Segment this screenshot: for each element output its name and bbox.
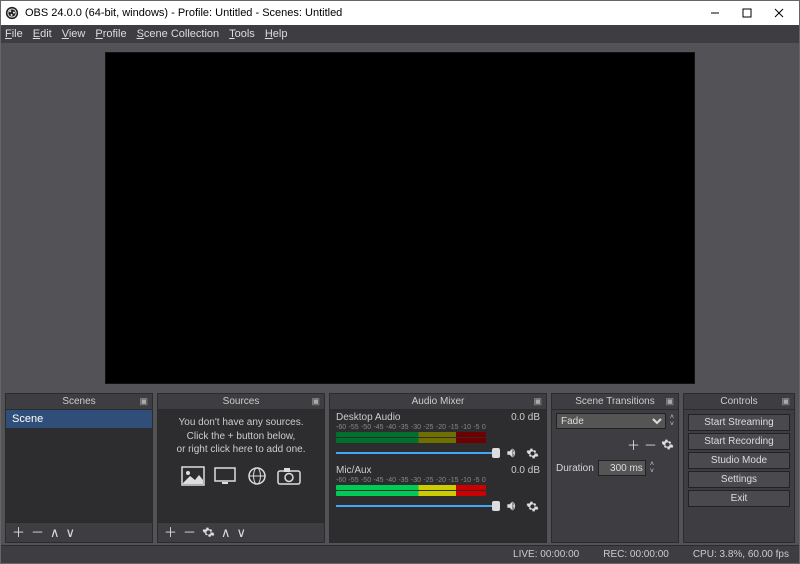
app-window: OBS 24.0.0 (64-bit, windows) - Profile: … (0, 0, 800, 564)
transition-select[interactable]: Fade (556, 413, 666, 429)
maximize-button[interactable] (731, 2, 763, 24)
volume-slider[interactable] (336, 448, 500, 458)
scenes-toolbar: ＋ － ∧ ∨ (6, 522, 152, 542)
meter-ticks: -60-55-50-45-40-35-30-25-20-15-10-50 (336, 477, 540, 484)
status-rec: REC: 00:00:00 (603, 549, 669, 560)
controls-panel: Controls ▣ Start Streaming Start Recordi… (683, 393, 795, 543)
source-properties-button[interactable] (202, 526, 215, 539)
scene-down-button[interactable]: ∨ (66, 526, 76, 539)
menu-view[interactable]: View (62, 28, 86, 40)
sources-empty-text: You don't have any sources. Click the + … (158, 410, 324, 461)
gear-icon[interactable] (524, 445, 540, 461)
obs-app-icon (5, 6, 19, 20)
exit-button[interactable]: Exit (688, 490, 790, 507)
speaker-icon[interactable] (504, 498, 520, 514)
scene-up-button[interactable]: ∧ (50, 526, 60, 539)
display-source-icon (212, 465, 238, 487)
meter-bar (336, 491, 486, 496)
menu-file[interactable]: File (5, 28, 23, 40)
mixer-track-mic: Mic/Aux 0.0 dB -60-55-50-45-40-35-30-25-… (330, 463, 546, 516)
menu-edit[interactable]: Edit (33, 28, 52, 40)
track-name: Desktop Audio (336, 412, 401, 423)
track-level: 0.0 dB (511, 465, 540, 476)
start-streaming-button[interactable]: Start Streaming (688, 414, 790, 431)
controls-body: Start Streaming Start Recording Studio M… (684, 410, 794, 542)
menu-help[interactable]: Help (265, 28, 288, 40)
status-cpu: CPU: 3.8%, 60.00 fps (693, 549, 789, 560)
transition-properties-button[interactable] (661, 438, 674, 451)
track-name: Mic/Aux (336, 465, 372, 476)
mixer-header: Audio Mixer ▣ (330, 394, 546, 410)
mixer-title: Audio Mixer (412, 396, 465, 407)
image-source-icon (180, 465, 206, 487)
remove-scene-button[interactable]: － (31, 526, 44, 539)
scenes-panel: Scenes ▣ Scene ＋ － ∧ ∨ (5, 393, 153, 543)
sources-popout-icon[interactable]: ▣ (311, 396, 320, 407)
menu-profile[interactable]: Profile (95, 28, 126, 40)
sources-title: Sources (223, 396, 260, 407)
preview-area (1, 43, 799, 389)
gear-icon[interactable] (524, 498, 540, 514)
duration-input[interactable] (598, 460, 646, 476)
scenes-header: Scenes ▣ (6, 394, 152, 410)
start-recording-button[interactable]: Start Recording (688, 433, 790, 450)
duration-label: Duration (556, 463, 594, 474)
bottom-panels: Scenes ▣ Scene ＋ － ∧ ∨ Sources ▣ You don… (1, 389, 799, 545)
scenes-title: Scenes (62, 396, 95, 407)
sources-toolbar: ＋ － ∧ ∨ (158, 522, 324, 542)
preview-canvas[interactable] (105, 52, 695, 384)
sources-list[interactable]: You don't have any sources. Click the + … (158, 410, 324, 522)
remove-transition-button[interactable]: － (644, 435, 657, 454)
statusbar: LIVE: 00:00:00 REC: 00:00:00 CPU: 3.8%, … (1, 545, 799, 563)
menu-tools[interactable]: Tools (229, 28, 255, 40)
audio-mixer-panel: Audio Mixer ▣ Desktop Audio 0.0 dB -60-5… (329, 393, 547, 543)
transitions-popout-icon[interactable]: ▣ (665, 396, 674, 407)
source-down-button[interactable]: ∨ (237, 526, 247, 539)
minimize-button[interactable] (699, 2, 731, 24)
speaker-icon[interactable] (504, 445, 520, 461)
sources-panel: Sources ▣ You don't have any sources. Cl… (157, 393, 325, 543)
window-title: OBS 24.0.0 (64-bit, windows) - Profile: … (25, 7, 699, 19)
transitions-body: Fade ˄˅ ＋ － Duration ˄˅ (552, 410, 678, 542)
controls-popout-icon[interactable]: ▣ (781, 396, 790, 407)
menu-scene-collection[interactable]: Scene Collection (137, 28, 220, 40)
controls-header: Controls ▣ (684, 394, 794, 410)
menubar: File Edit View Profile Scene Collection … (1, 25, 799, 43)
studio-mode-button[interactable]: Studio Mode (688, 452, 790, 469)
volume-slider[interactable] (336, 501, 500, 511)
globe-source-icon (244, 465, 270, 487)
track-level: 0.0 dB (511, 412, 540, 423)
meter-ticks: -60-55-50-45-40-35-30-25-20-15-10-50 (336, 424, 540, 431)
source-up-button[interactable]: ∧ (221, 526, 231, 539)
scene-item[interactable]: Scene (6, 410, 152, 428)
mixer-track-desktop: Desktop Audio 0.0 dB -60-55-50-45-40-35-… (330, 410, 546, 463)
scenes-list[interactable]: Scene (6, 410, 152, 522)
meter-bar (336, 485, 486, 490)
transition-select-spin[interactable]: ˄˅ (670, 414, 674, 428)
transitions-title: Scene Transitions (575, 396, 655, 407)
transitions-panel: Scene Transitions ▣ Fade ˄˅ ＋ － Duration (551, 393, 679, 543)
status-live: LIVE: 00:00:00 (513, 549, 579, 560)
mixer-popout-icon[interactable]: ▣ (533, 396, 542, 407)
sources-empty-icons (158, 461, 324, 489)
settings-button[interactable]: Settings (688, 471, 790, 488)
titlebar: OBS 24.0.0 (64-bit, windows) - Profile: … (1, 1, 799, 25)
meter-bar (336, 432, 486, 437)
camera-source-icon (276, 465, 302, 487)
controls-title: Controls (720, 396, 757, 407)
add-transition-button[interactable]: ＋ (627, 435, 640, 454)
remove-source-button[interactable]: － (183, 526, 196, 539)
sources-header: Sources ▣ (158, 394, 324, 410)
transitions-header: Scene Transitions ▣ (552, 394, 678, 410)
meter-bar (336, 438, 486, 443)
duration-spin[interactable]: ˄˅ (650, 461, 654, 475)
mixer-body: Desktop Audio 0.0 dB -60-55-50-45-40-35-… (330, 410, 546, 542)
add-source-button[interactable]: ＋ (164, 526, 177, 539)
scenes-popout-icon[interactable]: ▣ (139, 396, 148, 407)
close-button[interactable] (763, 2, 795, 24)
add-scene-button[interactable]: ＋ (12, 526, 25, 539)
